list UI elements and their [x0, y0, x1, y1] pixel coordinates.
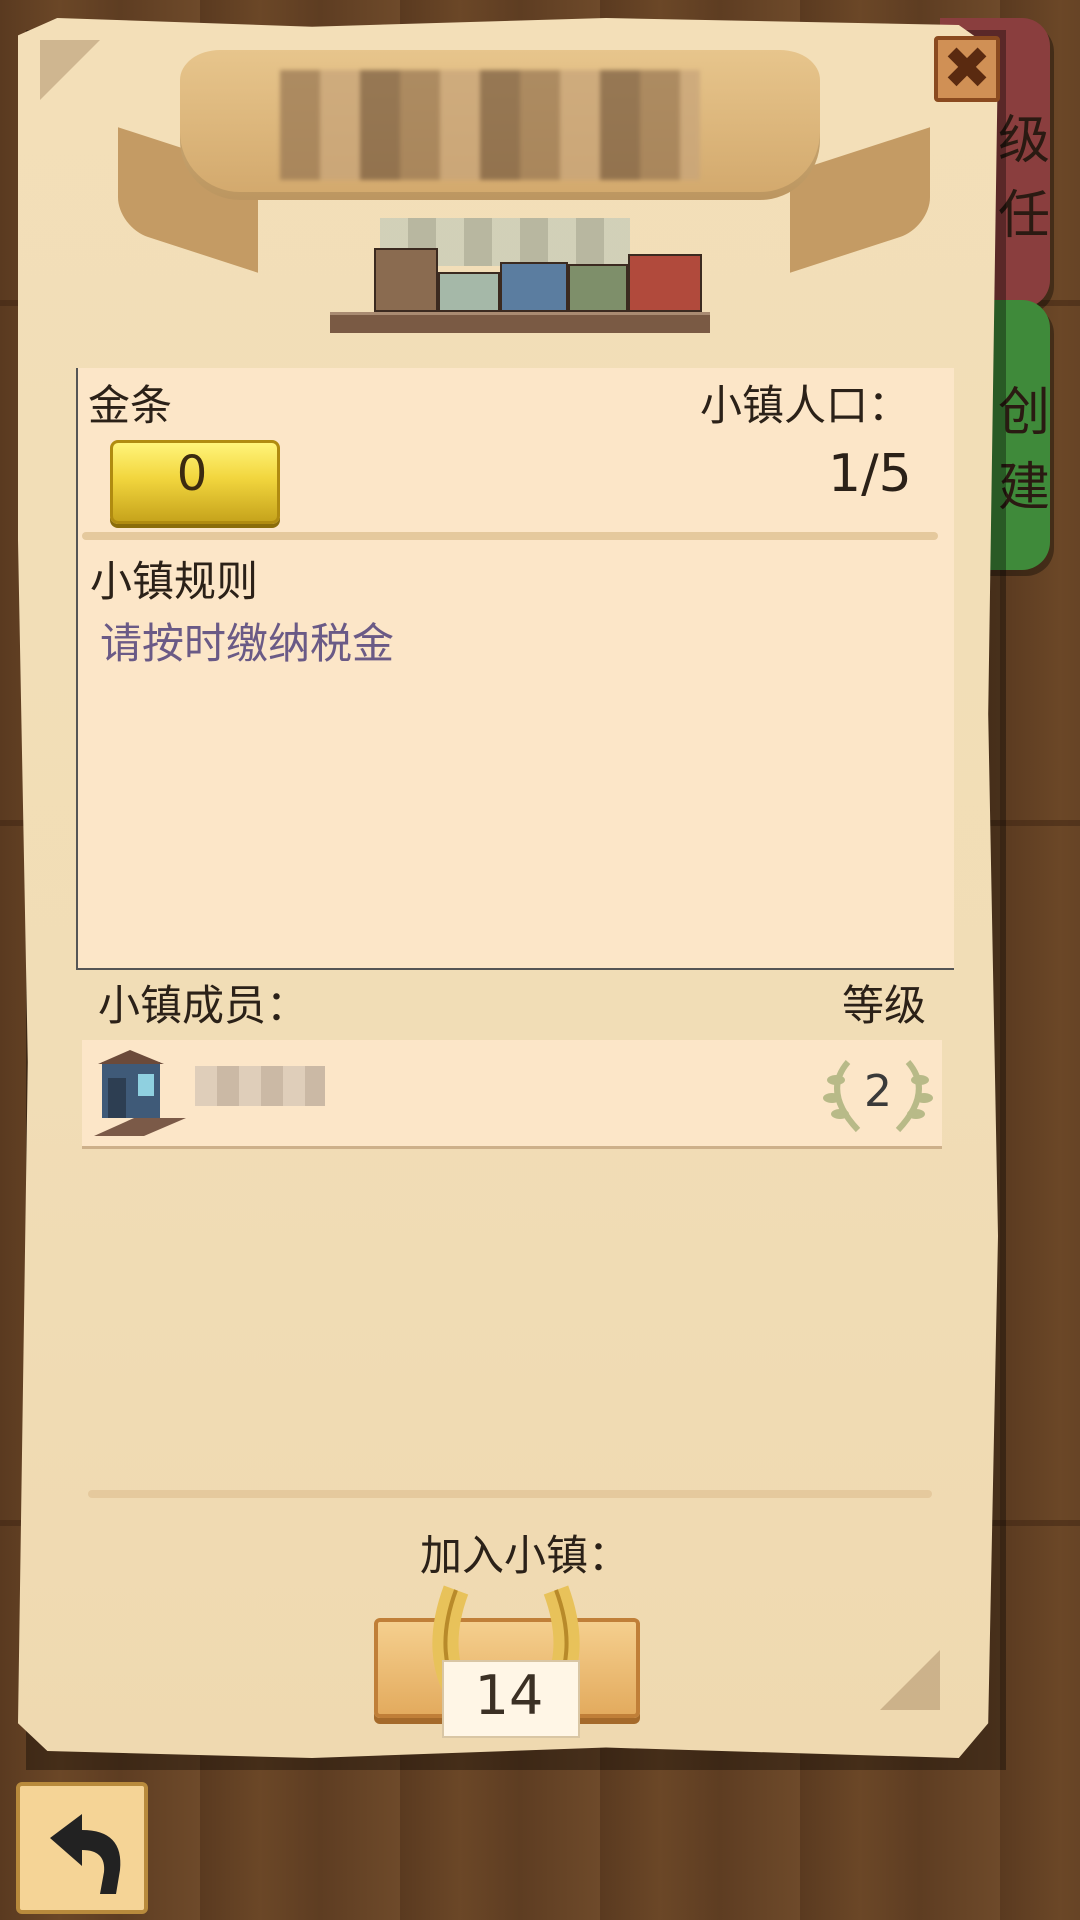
house-avatar-icon: [94, 1050, 186, 1136]
gold-value: 0: [176, 446, 208, 502]
population-value: 1/5: [828, 444, 912, 504]
level-header: 等级: [842, 981, 927, 1030]
rules-label: 小镇规则: [90, 557, 259, 606]
close-icon: ✖: [942, 34, 992, 102]
member-level: 2: [864, 1066, 892, 1117]
corner-decoration: [880, 1650, 940, 1710]
member-name-pixelated: [195, 1066, 325, 1106]
rules-text: 请按时缴纳税金: [100, 619, 395, 668]
town-illustration: [330, 248, 710, 333]
corner-decoration: [40, 40, 100, 100]
join-price: 14: [474, 1664, 544, 1727]
divider: [88, 1490, 932, 1498]
join-label: 加入小镇：: [420, 1531, 631, 1580]
gold-label: 金条: [88, 381, 173, 430]
back-arrow-icon: [50, 1814, 121, 1894]
population-label: 小镇人口：: [700, 381, 911, 430]
close-button[interactable]: ✖: [934, 34, 1000, 102]
divider: [82, 532, 938, 540]
town-name-pixelated: [280, 70, 700, 180]
back-button[interactable]: [16, 1782, 148, 1914]
members-label: 小镇成员：: [98, 981, 309, 1030]
